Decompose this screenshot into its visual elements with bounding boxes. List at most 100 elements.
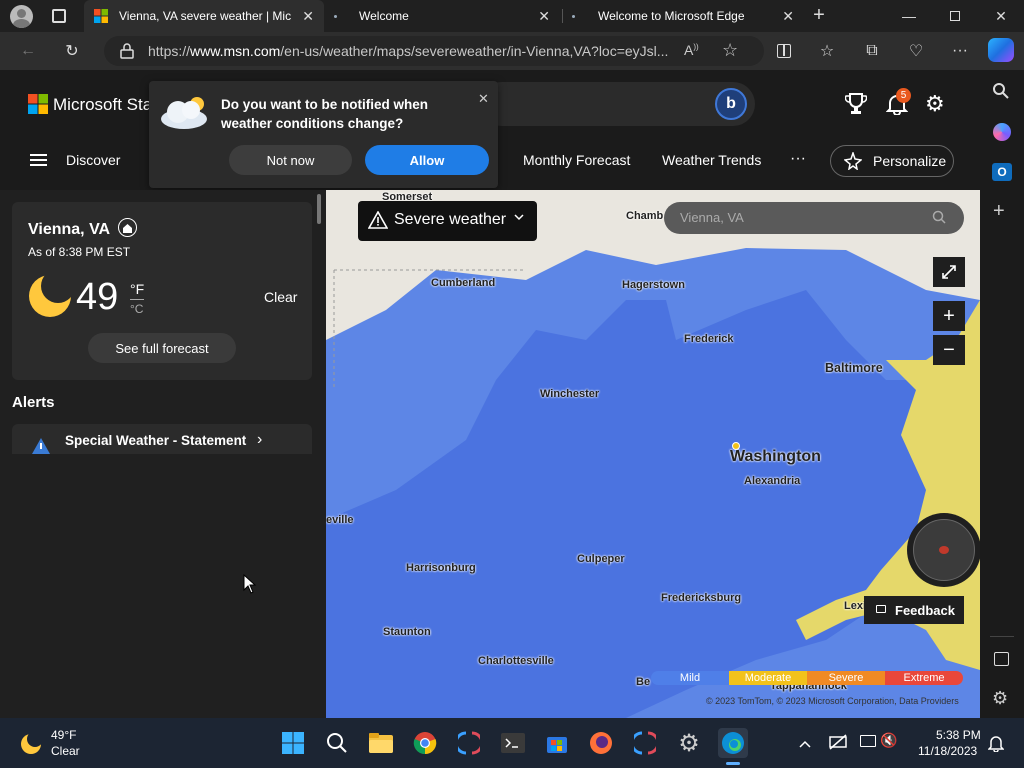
zoom-out-button[interactable]: − bbox=[933, 335, 965, 365]
volume-muted-icon[interactable]: 🔇 bbox=[880, 732, 897, 749]
tab-welcome[interactable]: Welcome ✕ bbox=[326, 0, 560, 32]
severity-legend: Mild Moderate Severe Extreme bbox=[651, 671, 963, 685]
file-explorer-icon[interactable] bbox=[366, 728, 396, 758]
home-icon[interactable] bbox=[118, 218, 137, 237]
map-search-box[interactable]: Vienna, VA bbox=[664, 202, 964, 234]
close-tab-icon[interactable]: ✕ bbox=[538, 8, 550, 25]
feedback-label: Feedback bbox=[895, 603, 955, 618]
zoom-in-button[interactable]: + bbox=[933, 301, 965, 331]
search-icon[interactable] bbox=[932, 210, 946, 229]
severe-weather-layer-dropdown[interactable]: Severe weather bbox=[358, 201, 537, 241]
dev-app-icon-2[interactable] bbox=[630, 728, 660, 758]
not-now-button[interactable]: Not now bbox=[229, 145, 352, 175]
taskbar-weather-condition[interactable]: Clear bbox=[51, 744, 80, 758]
unit-fahrenheit[interactable]: °F bbox=[130, 281, 144, 297]
city-label: Fredericksburg bbox=[661, 592, 742, 604]
chevron-down-icon bbox=[513, 211, 525, 226]
warning-triangle-icon bbox=[31, 437, 51, 454]
severe-weather-map[interactable]: Somerset Chamb Cumberland Hagerstown Fre… bbox=[326, 190, 980, 718]
map-search-input[interactable]: Vienna, VA bbox=[680, 210, 744, 225]
city-label: Culpeper bbox=[577, 553, 625, 565]
read-aloud-icon[interactable]: A)) bbox=[684, 42, 699, 58]
settings-gear-icon[interactable]: ⚙ bbox=[674, 728, 704, 758]
terminal-icon[interactable] bbox=[498, 728, 528, 758]
firefox-icon[interactable] bbox=[586, 728, 616, 758]
brand-name[interactable]: Microsoft Sta bbox=[53, 95, 152, 115]
browser-essentials-icon[interactable]: ♡ bbox=[904, 39, 928, 63]
close-tab-icon[interactable]: ✕ bbox=[302, 8, 314, 25]
search-icon[interactable] bbox=[322, 728, 352, 758]
tab-welcome-to-edge[interactable]: Welcome to Microsoft Edge ✕ bbox=[564, 0, 804, 32]
see-full-forecast-button[interactable]: See full forecast bbox=[88, 333, 236, 363]
notification-message: Do you want to be notified when weather … bbox=[221, 97, 428, 131]
rewards-trophy-icon[interactable] bbox=[844, 92, 868, 121]
start-button[interactable] bbox=[278, 728, 308, 758]
settings-more-icon[interactable]: ··· bbox=[948, 39, 972, 63]
profile-avatar[interactable] bbox=[10, 5, 33, 28]
display-icon[interactable] bbox=[860, 735, 876, 747]
favorite-star-icon[interactable]: ☆ bbox=[722, 40, 738, 61]
notification-center-bell-icon[interactable] bbox=[987, 734, 1005, 757]
favorites-icon[interactable]: ☆ bbox=[815, 39, 839, 63]
dev-app-icon[interactable] bbox=[454, 728, 484, 758]
location-name: Vienna, VA bbox=[28, 221, 111, 238]
browser-tab-bar: Vienna, VA severe weather | Mic ✕ Welcom… bbox=[0, 0, 1024, 32]
address-bar[interactable]: https://www.msn.com/en-us/weather/maps/s… bbox=[104, 36, 764, 66]
bing-icon[interactable]: b bbox=[715, 88, 747, 120]
sidebar-settings-icon[interactable]: ⚙ bbox=[992, 688, 1008, 709]
outlook-icon[interactable]: O bbox=[992, 163, 1012, 181]
add-sidebar-app-icon[interactable]: + bbox=[993, 200, 1005, 223]
loading-dot-icon bbox=[572, 15, 575, 18]
clock-time[interactable]: 5:38 PM bbox=[936, 728, 981, 742]
nav-more-icon[interactable]: ··· bbox=[790, 150, 806, 168]
msn-header: Microsoft Sta b 5 ⚙ Discover Monthly For… bbox=[0, 70, 980, 190]
clock-date[interactable]: 11/18/2023 bbox=[918, 744, 977, 758]
hide-sidebar-icon[interactable] bbox=[994, 652, 1009, 666]
search-bar[interactable]: b bbox=[480, 82, 755, 126]
warning-triangle-icon bbox=[367, 210, 389, 234]
minimize-button[interactable]: — bbox=[886, 0, 932, 32]
unit-celsius[interactable]: °C bbox=[130, 302, 143, 316]
nav-monthly-forecast[interactable]: Monthly Forecast bbox=[523, 152, 630, 168]
fullscreen-button[interactable] bbox=[933, 257, 965, 287]
allow-button[interactable]: Allow bbox=[365, 145, 489, 175]
loading-dot-icon bbox=[334, 15, 337, 18]
search-icon[interactable] bbox=[992, 82, 1010, 105]
chrome-icon[interactable] bbox=[410, 728, 440, 758]
restore-button[interactable] bbox=[932, 0, 978, 32]
feedback-button[interactable]: Feedback bbox=[864, 596, 964, 624]
tab-vienna-severe-weather[interactable]: Vienna, VA severe weather | Mic ✕ bbox=[84, 0, 324, 32]
nav-weather-trends[interactable]: Weather Trends bbox=[662, 152, 761, 168]
store-icon[interactable] bbox=[542, 728, 572, 758]
close-popup-icon[interactable]: ✕ bbox=[478, 91, 489, 107]
nav-discover[interactable]: Discover bbox=[66, 152, 120, 168]
show-hidden-icons-chevron-icon[interactable] bbox=[798, 736, 812, 754]
tab-actions-icon[interactable] bbox=[52, 9, 66, 23]
radar-compass-button[interactable] bbox=[907, 513, 980, 587]
copilot-sidebar-icon[interactable] bbox=[993, 123, 1011, 141]
settings-gear-icon[interactable]: ⚙ bbox=[925, 91, 945, 117]
back-icon[interactable]: ← bbox=[16, 39, 40, 63]
copilot-icon[interactable] bbox=[988, 38, 1014, 62]
active-app-indicator bbox=[726, 762, 740, 765]
panel-scrollbar[interactable] bbox=[317, 194, 321, 224]
close-tab-icon[interactable]: ✕ bbox=[782, 8, 794, 25]
weather-condition: Clear bbox=[264, 289, 298, 305]
notification-count-badge: 5 bbox=[896, 88, 911, 103]
temperature-value: 49 bbox=[76, 276, 119, 318]
network-off-icon[interactable] bbox=[828, 734, 848, 755]
new-tab-button[interactable]: + bbox=[808, 4, 830, 28]
weather-moon-icon[interactable] bbox=[20, 732, 42, 759]
taskbar-weather-temp[interactable]: 49°F bbox=[51, 728, 76, 742]
microsoft-logo-icon bbox=[28, 94, 48, 119]
close-window-button[interactable]: ✕ bbox=[978, 0, 1024, 32]
edge-browser-icon[interactable] bbox=[718, 728, 748, 758]
city-label: Harrisonburg bbox=[406, 562, 476, 574]
menu-hamburger-icon[interactable] bbox=[30, 154, 47, 166]
refresh-icon[interactable]: ↻ bbox=[60, 39, 84, 63]
split-screen-icon[interactable] bbox=[772, 39, 796, 63]
personalize-button[interactable]: Personalize bbox=[830, 145, 954, 177]
alert-item[interactable]: Special Weather - Statement › bbox=[12, 424, 312, 454]
collections-icon[interactable]: ⧉ bbox=[860, 39, 884, 63]
tab-title: Vienna, VA severe weather | Mic bbox=[119, 9, 292, 23]
